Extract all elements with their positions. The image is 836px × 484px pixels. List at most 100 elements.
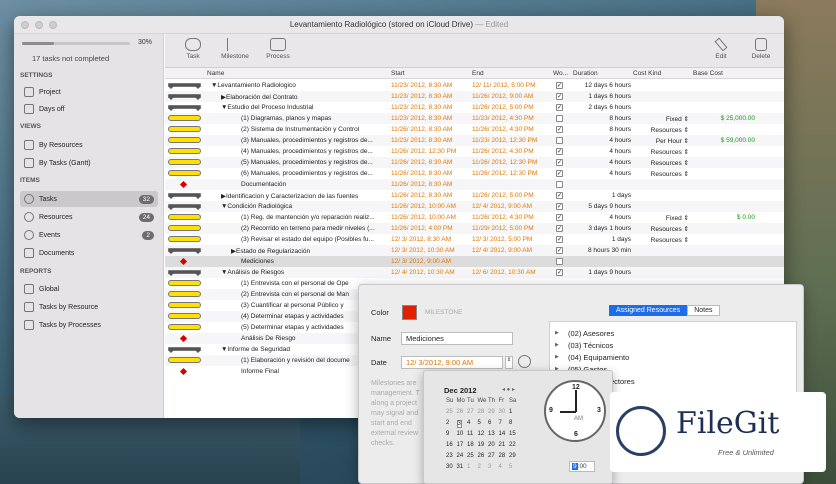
calendar-day[interactable]: 2	[446, 420, 449, 426]
col-cost-kind[interactable]: Cost Kind	[633, 70, 661, 77]
row-duration[interactable]: 1 days	[575, 236, 631, 243]
calendar-day[interactable]: 26	[457, 409, 464, 415]
calendar-day[interactable]: 8	[509, 420, 512, 426]
col-base-cost[interactable]: Base Cost	[693, 70, 723, 77]
table-row[interactable]: ▶Elaboración del Contrato 11/23/ 2012, 8:…	[165, 91, 784, 102]
row-cost-kind[interactable]: Per Hour ⇕	[633, 137, 689, 145]
edit-button[interactable]: Edit	[701, 37, 741, 60]
sidebar-item-events[interactable]: Events 2	[20, 227, 158, 243]
list-item[interactable]: (02) Asesores	[555, 329, 614, 338]
col-name[interactable]: Name	[207, 70, 224, 77]
row-start[interactable]: 11/26/ 2012, 8:30 AM	[391, 159, 452, 166]
sidebar-item-tasks[interactable]: Tasks 32	[20, 191, 158, 207]
row-cost-kind[interactable]: Fixed ⇕	[633, 214, 689, 222]
sidebar-item-resources[interactable]: Resources 24	[20, 209, 158, 225]
row-end[interactable]: 11/23/ 2012, 4:30 PM	[472, 115, 534, 122]
task-button[interactable]: Task	[173, 38, 213, 60]
name-field[interactable]: Mediciones	[401, 332, 513, 345]
table-row[interactable]: (2) Sistema de Instrumentación y Control…	[165, 124, 784, 135]
table-row[interactable]: (1) Reg. de mantención y/o reparación re…	[165, 212, 784, 223]
table-row[interactable]: Documentación 11/26/ 2012, 8:30 AM	[165, 179, 784, 190]
calendar-day[interactable]: 19	[478, 442, 485, 448]
row-end[interactable]: 11/29/ 2012, 5:00 PM	[472, 225, 534, 232]
work-checkbox[interactable]	[556, 181, 563, 188]
row-end[interactable]: 11/23/ 2012, 12:30 PM	[472, 137, 537, 144]
row-cost-kind[interactable]: Resources ⇕	[633, 225, 689, 233]
calendar-day[interactable]: 25	[446, 409, 453, 415]
work-checkbox[interactable]: ✓	[556, 104, 563, 111]
row-start[interactable]: 12/ 4/ 2012, 10:30 AM	[391, 269, 455, 276]
row-end[interactable]: 12/ 4/ 2012, 9:00 AM	[472, 247, 532, 254]
row-duration[interactable]: 2 days 6 hours	[575, 104, 631, 111]
close-button[interactable]	[21, 21, 29, 29]
col-duration[interactable]: Duration	[573, 70, 598, 77]
month-nav[interactable]: ◂ ● ▸	[502, 386, 515, 393]
table-row[interactable]: (3) Manuales, procedimientos y registros…	[165, 135, 784, 146]
row-end[interactable]: 12/ 6/ 2012, 10:30 AM	[472, 269, 536, 276]
calendar-day[interactable]: 28	[478, 409, 485, 415]
calendar-day[interactable]: 27	[467, 409, 474, 415]
time-field[interactable]: 9:00	[569, 461, 595, 472]
analog-clock[interactable]: 12 3 6 9 AM	[544, 380, 606, 442]
calendar-day[interactable]: 26	[478, 453, 485, 459]
delete-button[interactable]: Delete	[741, 38, 781, 60]
row-start[interactable]: 11/23/ 2012, 8:30 AM	[391, 82, 452, 89]
calendar-day[interactable]: 13	[488, 431, 495, 437]
list-item[interactable]: (03) Técnicos	[555, 341, 613, 350]
process-button[interactable]: Process	[258, 38, 298, 60]
clock-icon[interactable]	[518, 355, 531, 368]
table-row[interactable]: ▶Identificacion y Caracterizacion de las…	[165, 190, 784, 201]
row-duration[interactable]: 1 days 6 hours	[575, 93, 631, 100]
color-swatch[interactable]	[402, 305, 417, 320]
row-start[interactable]: 11/26/ 2012, 10:00 AM	[391, 203, 456, 210]
row-start[interactable]: 11/26/ 2012, 4:00 PM	[391, 225, 453, 232]
calendar-day[interactable]: 3	[488, 464, 491, 470]
row-end[interactable]: 12/ 3/ 2012, 5:00 PM	[472, 236, 532, 243]
col-work[interactable]: Wo...	[553, 70, 568, 77]
row-duration[interactable]: 1 days 9 hours	[575, 269, 631, 276]
row-duration[interactable]: 4 hours	[575, 148, 631, 155]
row-end[interactable]: 11/26/ 2012, 4:30 PM	[472, 126, 534, 133]
row-base-cost[interactable]: $ 59,000.00	[693, 137, 755, 144]
row-cost-kind[interactable]: Resources ⇕	[633, 148, 689, 156]
row-start[interactable]: 12/ 3/ 2012, 9:00 AM	[391, 258, 451, 265]
row-end[interactable]: 12/ 4/ 2012, 9:00 AM	[472, 203, 532, 210]
sidebar-item-documents[interactable]: Documents	[20, 245, 158, 261]
row-end[interactable]: 11/26/ 2012, 5:00 PM	[472, 192, 534, 199]
calendar-day[interactable]: 28	[499, 453, 506, 459]
row-end[interactable]: 11/26/ 2012, 4:30 PM	[472, 148, 534, 155]
calendar-day[interactable]: 15	[509, 431, 516, 437]
row-cost-kind[interactable]: Resources ⇕	[633, 126, 689, 134]
table-row[interactable]: ▼Levantamiento Radiologico 11/23/ 2012, 8…	[165, 80, 784, 91]
work-checkbox[interactable]: ✓	[556, 236, 563, 243]
calendar-day[interactable]: 14	[499, 431, 506, 437]
sidebar-item-by-resources[interactable]: By Resources	[20, 137, 158, 153]
calendar-day[interactable]: 12	[478, 431, 485, 437]
row-start[interactable]: 12/ 3/ 2012, 10:30 AM	[391, 247, 455, 254]
row-start[interactable]: 11/23/ 2012, 8:30 AM	[391, 104, 452, 111]
calendar-day[interactable]: 11	[467, 431, 473, 437]
row-cost-kind[interactable]: Fixed ⇕	[633, 115, 689, 123]
work-checkbox[interactable]: ✓	[556, 93, 563, 100]
calendar-day[interactable]: 27	[488, 453, 495, 459]
work-checkbox[interactable]	[556, 258, 563, 265]
row-start[interactable]: 11/23/ 2012, 8:30 AM	[391, 115, 452, 122]
row-start[interactable]: 11/26/ 2012, 12:30 PM	[391, 148, 456, 155]
table-row[interactable]: (1) Diagramas, planos y mapas 11/23/ 2012…	[165, 113, 784, 124]
work-checkbox[interactable]: ✓	[556, 192, 563, 199]
row-duration[interactable]: 4 hours	[575, 170, 631, 177]
calendar-day[interactable]: 18	[467, 442, 474, 448]
work-checkbox[interactable]: ✓	[556, 148, 563, 155]
row-duration[interactable]: 4 hours	[575, 214, 631, 221]
tab-notes[interactable]: Notes	[687, 305, 720, 316]
row-start[interactable]: 11/26/ 2012, 8:30 AM	[391, 192, 452, 199]
row-end[interactable]: 11/26/ 2012, 12:30 PM	[472, 159, 537, 166]
calendar-day[interactable]: 25	[467, 453, 474, 459]
row-duration[interactable]: 12 days 6 hours	[575, 82, 631, 89]
row-cost-kind[interactable]: Resources ⇕	[633, 159, 689, 167]
row-end[interactable]: 11/26/ 2012, 9:00 AM	[472, 93, 533, 100]
date-field[interactable]: 12/ 3/2012, 9:00 AM	[401, 356, 503, 369]
row-duration[interactable]: 8 hours	[575, 126, 631, 133]
calendar-day[interactable]: 22	[509, 442, 516, 448]
table-row[interactable]: ▼Condición Radiológica 11/26/ 2012, 10:00…	[165, 201, 784, 212]
